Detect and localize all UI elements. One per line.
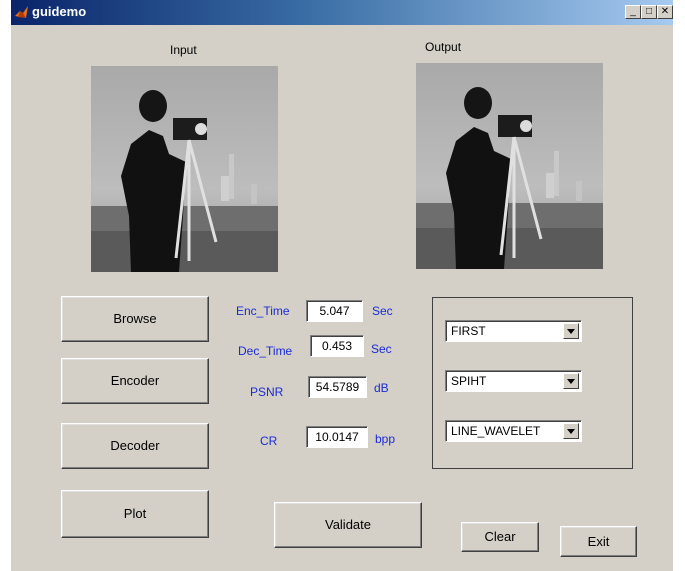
wavelet-dropdown-value: LINE_WAVELET	[451, 424, 541, 438]
close-icon: ✕	[660, 6, 670, 17]
mode-dropdown[interactable]: FIRST	[445, 320, 582, 342]
input-image	[91, 66, 278, 272]
dec-time-unit: Sec	[371, 342, 392, 356]
clear-button[interactable]: Clear	[461, 522, 539, 552]
cr-field[interactable]: 10.0147	[306, 426, 368, 448]
minimize-button[interactable]: _	[625, 5, 641, 19]
title-bar[interactable]: guidemo _ □ ✕	[11, 0, 673, 25]
algorithm-dropdown-value: SPIHT	[451, 374, 487, 388]
input-label: Input	[170, 43, 197, 57]
psnr-field[interactable]: 54.5789	[308, 376, 367, 398]
enc-time-field[interactable]: 5.047	[306, 300, 363, 322]
decoder-button[interactable]: Decoder	[61, 423, 209, 469]
chevron-down-icon[interactable]	[563, 373, 579, 389]
output-label: Output	[425, 40, 462, 54]
wavelet-dropdown[interactable]: LINE_WAVELET	[445, 420, 582, 442]
dec-time-label: Dec_Time	[238, 344, 293, 358]
options-panel: FIRST SPIHT LINE_WAVELET	[432, 297, 633, 469]
minimize-icon: _	[630, 6, 636, 17]
matlab-logo-icon	[15, 6, 28, 18]
enc-time-label: Enc_Time	[236, 304, 290, 318]
algorithm-dropdown[interactable]: SPIHT	[445, 370, 582, 392]
psnr-label: PSNR	[250, 385, 284, 399]
enc-time-unit: Sec	[372, 304, 393, 318]
app-window: guidemo _ □ ✕ Input Output Browse Encode…	[11, 0, 673, 571]
window-title: guidemo	[32, 4, 87, 19]
encoder-button[interactable]: Encoder	[61, 358, 209, 404]
browse-button[interactable]: Browse	[61, 296, 209, 342]
psnr-unit: dB	[374, 381, 389, 395]
maximize-icon: □	[645, 6, 653, 17]
close-button[interactable]: ✕	[657, 5, 673, 19]
validate-button[interactable]: Validate	[274, 502, 422, 548]
chevron-down-icon[interactable]	[563, 423, 579, 439]
dec-time-field[interactable]: 0.453	[310, 335, 364, 357]
maximize-button[interactable]: □	[641, 5, 657, 19]
exit-button[interactable]: Exit	[560, 526, 637, 557]
cr-label: CR	[260, 434, 278, 448]
cr-unit: bpp	[375, 432, 396, 446]
plot-button[interactable]: Plot	[61, 490, 209, 538]
chevron-down-icon[interactable]	[563, 323, 579, 339]
mode-dropdown-value: FIRST	[451, 324, 486, 338]
output-image	[416, 63, 603, 269]
